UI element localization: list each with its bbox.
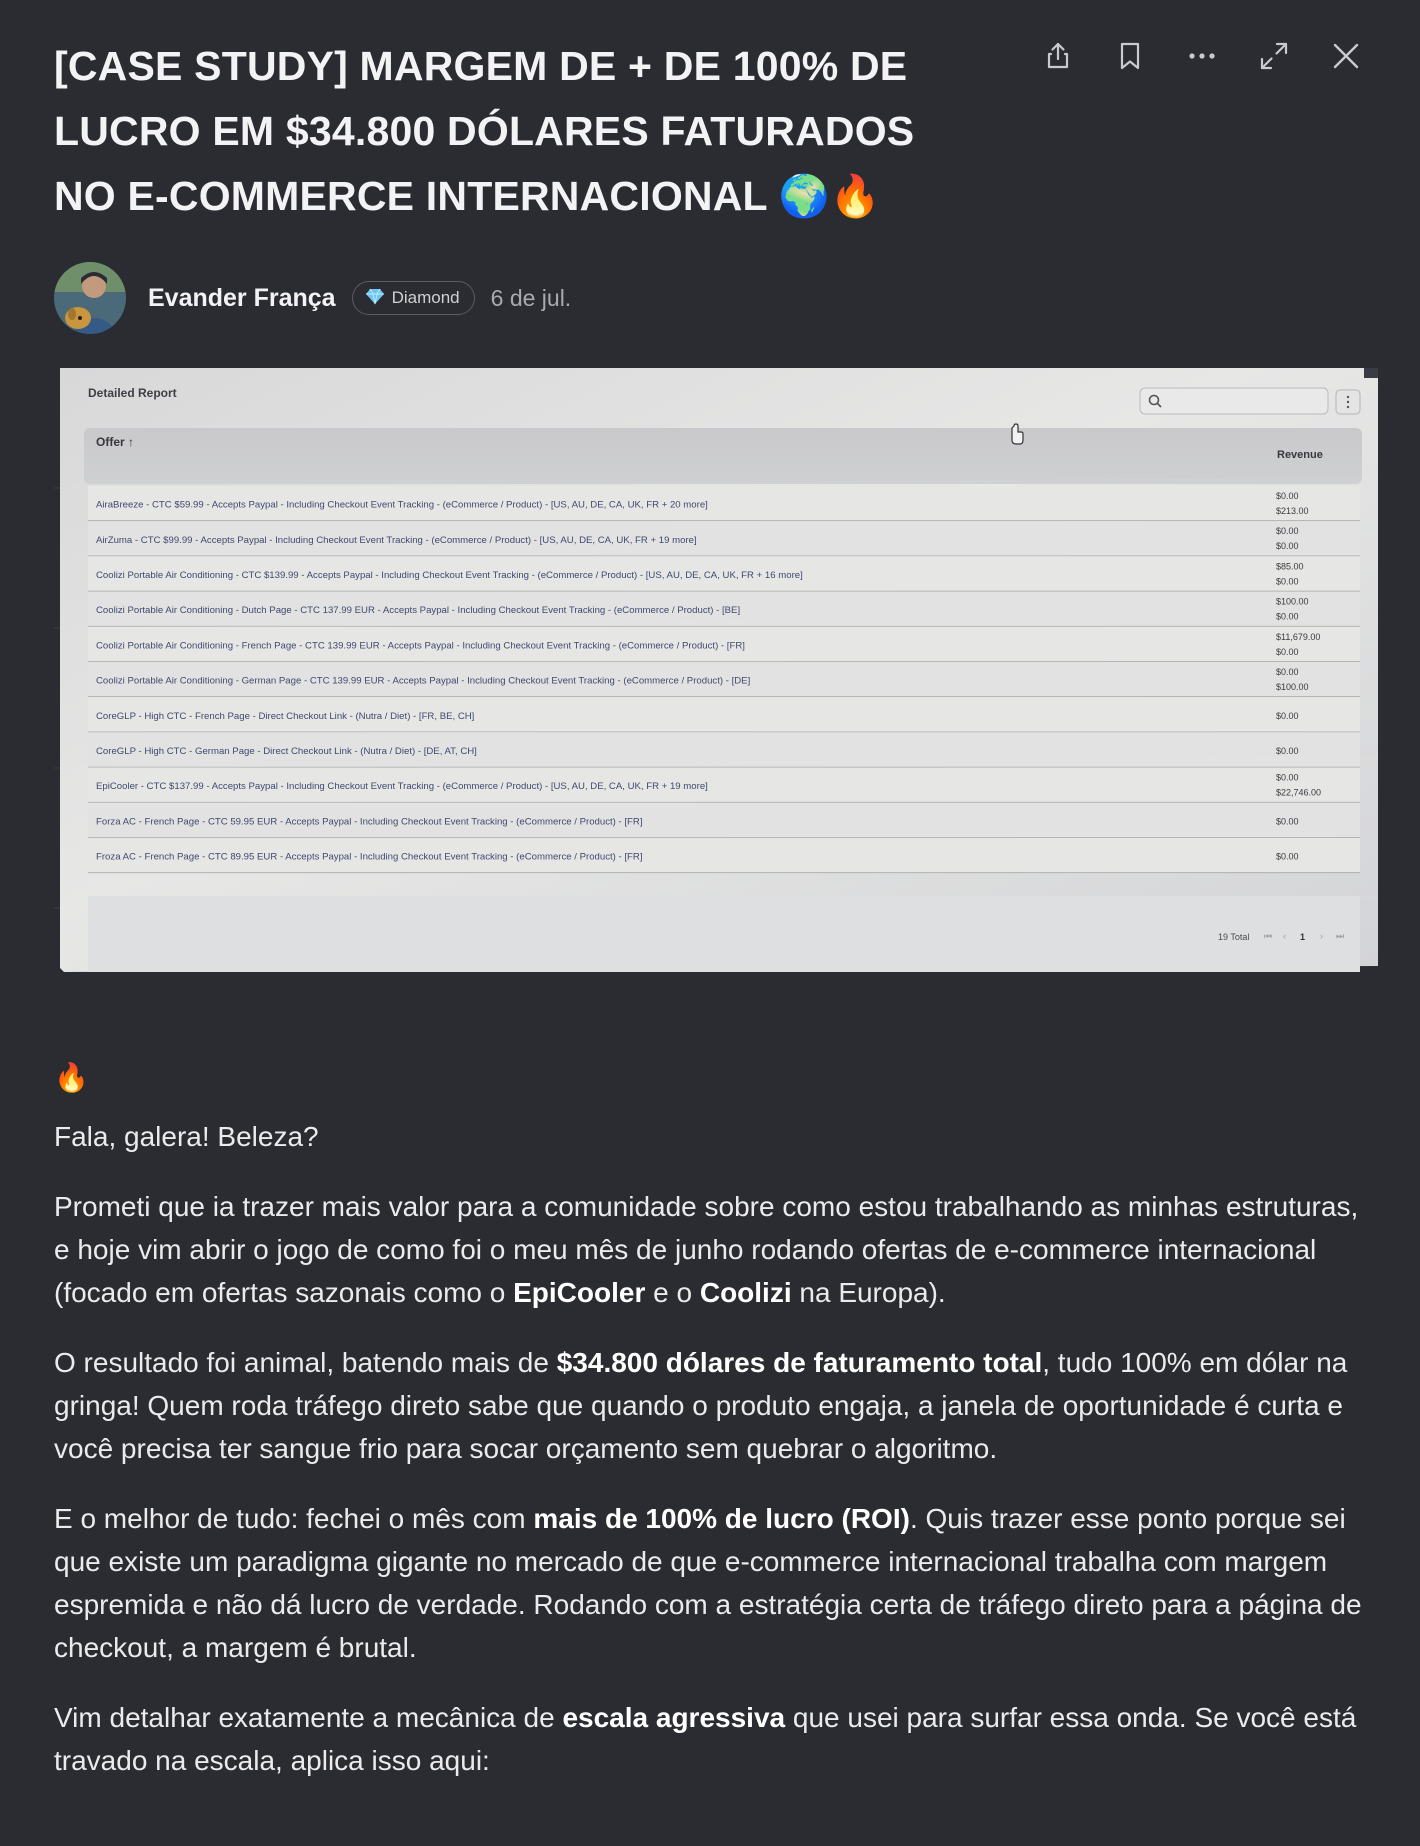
post-actions bbox=[1038, 36, 1366, 76]
bookmark-icon[interactable] bbox=[1110, 36, 1150, 76]
offer-cell: Coolizi Portable Air Conditioning - CTC … bbox=[96, 570, 803, 581]
pagination-prev-icon: ‹ bbox=[1283, 931, 1286, 941]
revenue-cell: $0.00 bbox=[1276, 667, 1299, 677]
expand-icon[interactable] bbox=[1254, 36, 1294, 76]
diamond-icon bbox=[365, 286, 385, 311]
status-badge: Diamond bbox=[351, 281, 475, 315]
offer-cell: Froza AC - French Page - CTC 89.95 EUR -… bbox=[96, 852, 643, 863]
revenue-cell: $0.00 bbox=[1276, 773, 1299, 783]
revenue-column-header: Revenue bbox=[1277, 449, 1323, 461]
revenue-cell: $85.00 bbox=[1276, 561, 1304, 571]
more-icon[interactable] bbox=[1182, 36, 1222, 76]
author-name[interactable]: Evander França bbox=[148, 284, 336, 313]
offer-cell: EpiCooler - CTC $137.99 - Accepts Paypal… bbox=[96, 781, 708, 792]
revenue-cell: $213.00 bbox=[1276, 506, 1309, 516]
avatar[interactable] bbox=[54, 262, 126, 334]
revenue-cell: $0.00 bbox=[1276, 541, 1299, 551]
post-image[interactable]: Detailed Report Offer ↑ Revenue AiraBree… bbox=[54, 368, 1378, 972]
fire-icon: 🔥 bbox=[54, 1062, 89, 1093]
share-icon[interactable] bbox=[1038, 36, 1078, 76]
revenue-cell: $11,679.00 bbox=[1276, 632, 1320, 642]
table-footer bbox=[88, 896, 1360, 972]
offer-cell: Forza AC - French Page - CTC 59.95 EUR -… bbox=[96, 816, 643, 827]
offer-cell: AiraBreeze - CTC $59.99 - Accepts Paypal… bbox=[96, 500, 708, 511]
author-row: Evander França Diamond 6 de jul. bbox=[54, 262, 571, 334]
post-date: 6 de jul. bbox=[490, 284, 572, 311]
revenue-cell: $100.00 bbox=[1276, 597, 1309, 607]
pagination-page: 1 bbox=[1300, 932, 1305, 942]
post-modal: [CASE STUDY] MARGEM DE + DE 100% DE LUCR… bbox=[0, 0, 1420, 1846]
revenue-cell: $22,746.00 bbox=[1276, 788, 1321, 798]
offer-column-header: Offer ↑ bbox=[96, 435, 134, 449]
paragraph-1: Prometi que ia trazer mais valor para a … bbox=[54, 1191, 1359, 1308]
revenue-cell: $0.00 bbox=[1276, 852, 1299, 862]
greeting: Fala, galera! Beleza? bbox=[54, 1121, 319, 1152]
paragraph-2: O resultado foi animal, batendo mais de … bbox=[54, 1347, 1348, 1464]
revenue-cell: $0.00 bbox=[1276, 491, 1299, 501]
offer-cell: Coolizi Portable Air Conditioning - Fren… bbox=[96, 640, 745, 651]
offer-cell: Coolizi Portable Air Conditioning - Dutc… bbox=[96, 605, 740, 616]
report-screenshot: Detailed Report Offer ↑ Revenue AiraBree… bbox=[54, 368, 1378, 972]
pagination-next-icon: › bbox=[1320, 931, 1323, 941]
paragraph-4: Vim detalhar exatamente a mecânica de es… bbox=[54, 1702, 1357, 1776]
report-search bbox=[1139, 387, 1329, 415]
badge-label: Diamond bbox=[391, 288, 460, 307]
post-title: [CASE STUDY] MARGEM DE + DE 100% DE LUCR… bbox=[54, 43, 915, 219]
revenue-cell: $0.00 bbox=[1276, 526, 1299, 536]
revenue-cell: $0.00 bbox=[1276, 612, 1299, 622]
offer-cell: AirZuma - CTC $99.99 - Accepts Paypal - … bbox=[96, 535, 697, 546]
revenue-cell: $0.00 bbox=[1276, 711, 1299, 721]
pagination-first-icon: ⏮ bbox=[1264, 931, 1272, 941]
report-total: 19 Total bbox=[1218, 932, 1249, 942]
pagination-last-icon: ⏭ bbox=[1336, 931, 1344, 941]
paragraph-3: E o melhor de tudo: fechei o mês com mai… bbox=[54, 1503, 1362, 1663]
post-body: 🔥 Fala, galera! Beleza? Prometi que ia t… bbox=[54, 1056, 1374, 1809]
offer-cell: CoreGLP - High CTC - French Page - Direc… bbox=[96, 711, 474, 722]
offer-cell: CoreGLP - High CTC - German Page - Direc… bbox=[96, 746, 477, 757]
revenue-cell: $0.00 bbox=[1276, 647, 1299, 657]
close-icon[interactable] bbox=[1326, 36, 1366, 76]
report-title: Detailed Report bbox=[88, 386, 177, 400]
revenue-cell: $0.00 bbox=[1276, 816, 1299, 826]
offer-cell: Coolizi Portable Air Conditioning - Germ… bbox=[96, 676, 750, 687]
revenue-cell: $100.00 bbox=[1276, 682, 1309, 692]
revenue-cell: $0.00 bbox=[1276, 746, 1299, 756]
report-header bbox=[84, 428, 1362, 484]
revenue-cell: $0.00 bbox=[1276, 576, 1299, 586]
